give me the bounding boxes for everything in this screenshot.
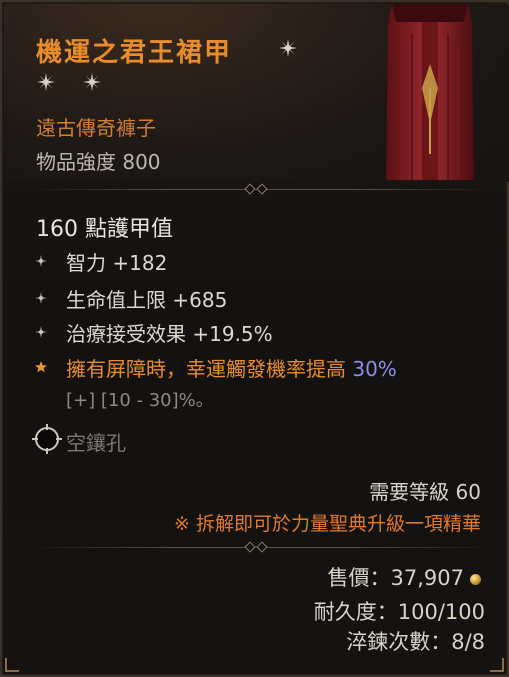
- ancestral-star-icon: [278, 38, 298, 58]
- socket-label: 空鑲孔: [66, 430, 126, 455]
- ancestral-star-icon: [82, 72, 102, 92]
- affix-text: 治療接受效果 +19.5%: [66, 321, 273, 346]
- legendary-affix-description: 擁有屏障時，幸運觸發機率提高: [66, 356, 353, 381]
- section-divider: [32, 183, 492, 195]
- salvage-note: ※ 拆解即可於力量聖典升級一項精華: [174, 513, 481, 535]
- temper-count: 淬鍊次數：8/8: [346, 630, 485, 654]
- gold-coin-icon: [470, 573, 481, 585]
- legendary-star-icon: [34, 360, 48, 374]
- affix-row: 治療接受效果 +19.5%: [34, 319, 273, 346]
- empty-socket: 空鑲孔: [32, 424, 126, 458]
- sparkle-icon: [34, 325, 48, 339]
- frame-corner: [490, 658, 504, 672]
- affix-text: 智力 +182: [66, 250, 168, 275]
- legendary-affix-value: 30%: [352, 356, 397, 381]
- ancestral-star-icon: [36, 72, 56, 92]
- armor-value: 160 點護甲值: [36, 217, 173, 242]
- item-type: 遠古傳奇褲子: [36, 116, 156, 140]
- affix-row: 生命值上限 +685: [34, 285, 228, 312]
- legendary-affix-text: 擁有屏障時，幸運觸發機率提高 30%: [66, 353, 397, 382]
- item-image: [382, 4, 478, 180]
- item-power: 物品強度 800: [36, 150, 161, 174]
- empty-socket-icon: [32, 424, 62, 458]
- legendary-affix-row: 擁有屏障時，幸運觸發機率提高 30%: [34, 353, 397, 382]
- sell-price-text: 售價：37,907: [327, 566, 464, 590]
- affix-text: 生命值上限 +685: [66, 287, 228, 312]
- durability: 耐久度：100/100: [313, 600, 485, 624]
- sparkle-icon: [34, 291, 48, 305]
- sell-price: 售價：37,907: [328, 562, 481, 592]
- required-level: 需要等級 60: [369, 480, 481, 504]
- frame-corner: [5, 658, 19, 672]
- item-tooltip: 機運之君王裙甲 遠古傳奇褲子 物品強度 800 160 點護甲值 智力 +182…: [0, 0, 509, 677]
- section-divider: [32, 541, 492, 553]
- item-name: 機運之君王裙甲: [36, 38, 233, 68]
- affix-row: 智力 +182: [34, 248, 168, 275]
- sparkle-icon: [34, 254, 48, 268]
- legendary-affix-range: [+] [10 - 30]%。: [66, 390, 214, 411]
